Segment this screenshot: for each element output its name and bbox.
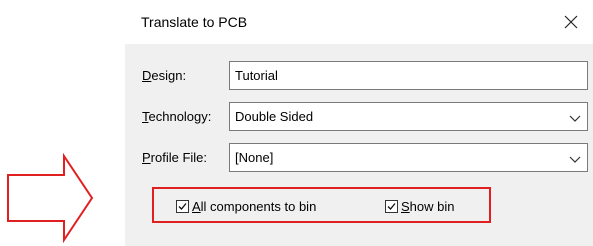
profile-file-label: Profile File: — [142, 150, 208, 165]
checkbox-box[interactable] — [176, 200, 189, 213]
technology-value: Double Sided — [235, 109, 314, 124]
design-label: Design: — [142, 68, 187, 83]
dialog-title: Translate to PCB — [141, 14, 248, 30]
checkmark-icon — [178, 203, 187, 210]
design-field[interactable]: Tutorial — [229, 61, 588, 90]
chevron-down-icon — [569, 156, 581, 163]
checkbox-box[interactable] — [385, 200, 398, 213]
show-bin-label: Show bin — [401, 199, 455, 214]
chevron-down-icon — [569, 115, 581, 122]
design-value: Tutorial — [235, 68, 278, 83]
right-arrow-icon — [7, 152, 94, 244]
show-bin-checkbox[interactable]: Show bin — [385, 199, 454, 214]
all-components-to-bin-label: All components to bin — [192, 199, 317, 214]
close-icon — [564, 15, 578, 29]
close-button[interactable] — [549, 0, 593, 44]
all-components-to-bin-checkbox[interactable]: All components to bin — [176, 199, 316, 214]
technology-label: Technology: — [142, 109, 212, 124]
translate-to-pcb-dialog: Translate to PCB Design: Tutorial Techno… — [125, 0, 593, 246]
technology-dropdown[interactable]: Double Sided — [229, 102, 588, 131]
checkmark-icon — [387, 203, 396, 210]
profile-file-dropdown[interactable]: [None] — [229, 143, 588, 172]
title-bar: Translate to PCB — [125, 0, 593, 44]
profile-file-value: [None] — [235, 150, 274, 165]
